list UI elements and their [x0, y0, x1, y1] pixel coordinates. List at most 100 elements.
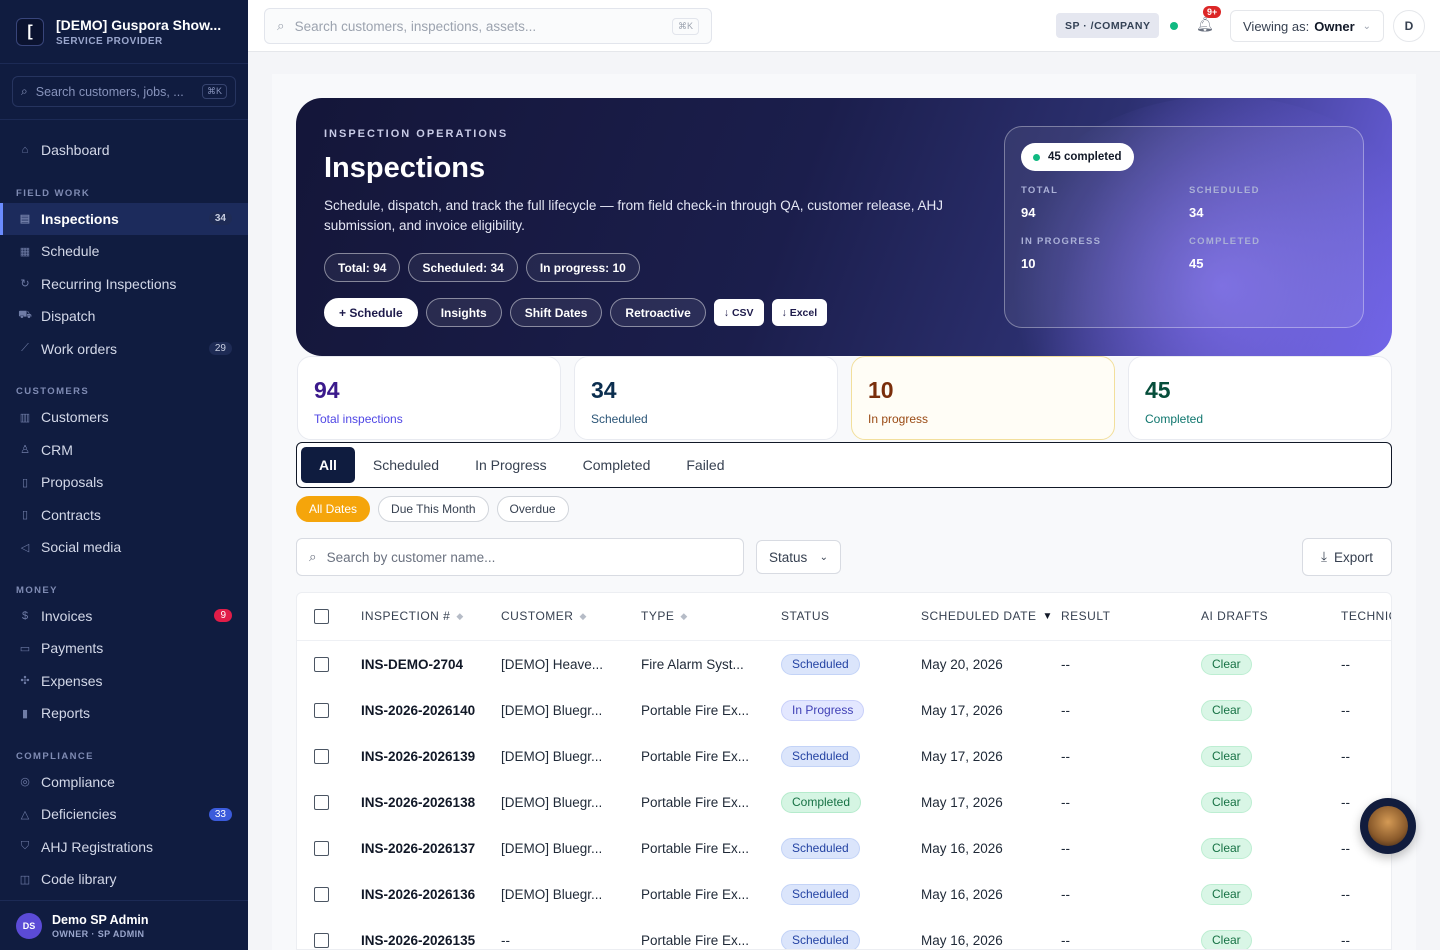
user-avatar-button[interactable]: D	[1393, 10, 1425, 42]
sidebar-item-reports[interactable]: ▮ Reports	[0, 697, 248, 730]
retroactive-button[interactable]: Retroactive	[610, 298, 706, 327]
document-icon: ▯	[21, 476, 29, 489]
table-row[interactable]: INS-2026-2026135 -- Portable Fire Ex... Sch…	[297, 917, 1391, 949]
sidebar-search[interactable]: ⌕ Search customers, jobs, ... ⌘K	[12, 76, 236, 107]
tab-scheduled[interactable]: Scheduled	[355, 447, 457, 483]
technician-value: --	[1341, 886, 1350, 902]
summary-completed-value: 45	[1189, 256, 1204, 271]
inspection-id[interactable]: INS-2026-2026137	[361, 825, 475, 871]
export-excel-button[interactable]: ↓ Excel	[771, 299, 828, 326]
sidebar-item-payments[interactable]: ▭ Payments	[0, 632, 248, 665]
kpi-label: Total inspections	[314, 412, 403, 426]
viewing-as-select[interactable]: Viewing as: Owner ⌄	[1230, 10, 1384, 42]
table-row[interactable]: INS-DEMO-2704 [DEMO] Heave... Fire Alarm S…	[297, 641, 1391, 687]
brand[interactable]: [ [DEMO] Guspora Show... SERVICE PROVIDE…	[0, 0, 248, 64]
sidebar-item-work-orders[interactable]: ⟋ Work orders 29	[0, 333, 248, 366]
status-badge: Completed	[781, 791, 862, 813]
row-checkbox[interactable]	[314, 748, 329, 764]
sidebar-item-ahj-registrations[interactable]: ⛉ AHJ Registrations	[0, 831, 248, 864]
count-badge: 34	[208, 212, 232, 226]
column-header-scheduled-date[interactable]: SCHEDULED DATE ▼	[921, 593, 1053, 639]
global-search-input[interactable]: ⌕ Search customers, inspections, assets.…	[264, 8, 712, 44]
tab-in-progress[interactable]: In Progress	[457, 447, 565, 483]
table-row[interactable]: INS-2026-2026137 [DEMO] Bluegr... Portable…	[297, 825, 1391, 871]
sidebar-item-deficiencies[interactable]: △ Deficiencies 33	[0, 798, 248, 831]
kpi-label: In progress	[868, 412, 929, 426]
chip-all-dates[interactable]: All Dates	[296, 496, 371, 522]
tab-all[interactable]: All	[301, 447, 355, 483]
inspection-id[interactable]: INS-2026-2026135	[361, 917, 475, 949]
summary-scheduled-value: 34	[1189, 205, 1204, 220]
table-row[interactable]: INS-2026-2026136 [DEMO] Bluegr... Portable…	[297, 871, 1391, 917]
column-header-customer[interactable]: CUSTOMER ◆	[501, 593, 587, 639]
row-checkbox[interactable]	[314, 794, 329, 810]
sidebar-item-dashboard[interactable]: ⌂ Dashboard	[0, 134, 248, 167]
export-csv-button[interactable]: ↓ CSV	[713, 299, 764, 326]
row-checkbox[interactable]	[314, 656, 329, 672]
company-badge[interactable]: SP · /COMPANY	[1056, 13, 1160, 38]
kpi-card-completed[interactable]: 45 Completed	[1128, 356, 1392, 440]
customer-search-input[interactable]: ⌕ Search by customer name...	[296, 538, 744, 576]
inspection-type: Portable Fire Ex...	[641, 840, 750, 856]
table-row[interactable]: INS-2026-2026138 [DEMO] Bluegr... Portable…	[297, 779, 1391, 825]
header-label: INSPECTION #	[361, 609, 451, 623]
kpi-label: Completed	[1145, 412, 1204, 426]
sidebar-item-recurring-inspections[interactable]: ↻ Recurring Inspections	[0, 268, 248, 301]
inspection-id[interactable]: INS-2026-2026138	[361, 779, 475, 825]
select-all-checkbox[interactable]	[314, 608, 329, 624]
sidebar-item-schedule[interactable]: ▦ Schedule	[0, 235, 248, 268]
row-checkbox[interactable]	[314, 886, 329, 902]
sidebar-item-code-library[interactable]: ◫ Code library	[0, 863, 248, 896]
table-row[interactable]: INS-2026-2026139 [DEMO] Bluegr... Portable…	[297, 733, 1391, 779]
row-checkbox[interactable]	[314, 932, 329, 948]
chip-due-this-month[interactable]: Due This Month	[378, 496, 489, 522]
sidebar-item-invoices[interactable]: $ Invoices 9	[0, 600, 248, 633]
sidebar-item-label: CRM	[41, 441, 73, 458]
ai-drafts-badge: Clear	[1201, 653, 1252, 675]
chip-overdue[interactable]: Overdue	[496, 496, 569, 522]
kpi-card-scheduled[interactable]: 34 Scheduled	[574, 356, 838, 440]
status-filter-select[interactable]: Status ⌄	[756, 540, 841, 574]
inspection-id[interactable]: INS-DEMO-2704	[361, 641, 463, 687]
status-filter-label: Status	[769, 549, 808, 565]
bell-icon[interactable]: 🔔︎	[1196, 16, 1214, 33]
kpi-card-in-progress[interactable]: 10 In progress	[851, 356, 1115, 440]
row-checkbox[interactable]	[314, 702, 329, 718]
tab-completed[interactable]: Completed	[565, 447, 669, 483]
search-icon: ⌕	[277, 18, 285, 33]
insights-button[interactable]: Insights	[425, 298, 502, 327]
viewing-as-label: Viewing as:	[1243, 18, 1310, 34]
sidebar-item-label: Social media	[41, 539, 122, 556]
row-checkbox[interactable]	[314, 840, 329, 856]
sidebar-item-crm[interactable]: ♙ CRM	[0, 434, 248, 467]
tab-failed[interactable]: Failed	[668, 447, 742, 483]
column-header-inspection[interactable]: INSPECTION # ◆	[361, 593, 464, 639]
inspections-table: INSPECTION # ◆ CUSTOMER ◆ TYPE ◆ STATUS SCH…	[296, 592, 1392, 950]
viewing-as-value: Owner	[1314, 18, 1355, 34]
assistant-chat-button[interactable]	[1360, 798, 1416, 854]
table-row[interactable]: INS-2026-2026140 [DEMO] Bluegr... Portable…	[297, 687, 1391, 733]
repeat-icon: ↻	[20, 278, 30, 291]
column-header-type[interactable]: TYPE ◆	[641, 593, 688, 639]
schedule-button[interactable]: + Schedule	[324, 298, 418, 327]
ai-drafts-badge: Clear	[1201, 745, 1252, 767]
shield-icon: ⛉	[20, 840, 30, 853]
sidebar-item-expenses[interactable]: ✣ Expenses	[0, 665, 248, 698]
sidebar-item-compliance[interactable]: ◎ Compliance	[0, 766, 248, 799]
export-button[interactable]: ⤓ Export	[1302, 538, 1392, 576]
sidebar-item-dispatch[interactable]: ⛟ Dispatch	[0, 300, 248, 333]
sidebar-item-proposals[interactable]: ▯ Proposals	[0, 466, 248, 499]
current-user[interactable]: DS Demo SP Admin OWNER · SP ADMIN	[0, 900, 248, 950]
scheduled-date: May 16, 2026	[921, 932, 1003, 948]
inspection-type: Portable Fire Ex...	[641, 748, 750, 764]
sidebar-item-contracts[interactable]: ▯ Contracts	[0, 499, 248, 532]
sidebar-item-inspections[interactable]: ▤ Inspections 34	[0, 202, 248, 235]
inspection-id[interactable]: INS-2026-2026136	[361, 871, 475, 917]
sidebar-item-social-media[interactable]: ◁ Social media	[0, 531, 248, 564]
inspection-id[interactable]: INS-2026-2026139	[361, 733, 475, 779]
sidebar-item-customers[interactable]: ▥ Customers	[0, 401, 248, 434]
shift-dates-button[interactable]: Shift Dates	[509, 298, 603, 327]
inspection-id[interactable]: INS-2026-2026140	[361, 687, 475, 733]
kpi-card-total[interactable]: 94 Total inspections	[297, 356, 561, 440]
ai-drafts-badge: Clear	[1201, 791, 1252, 813]
